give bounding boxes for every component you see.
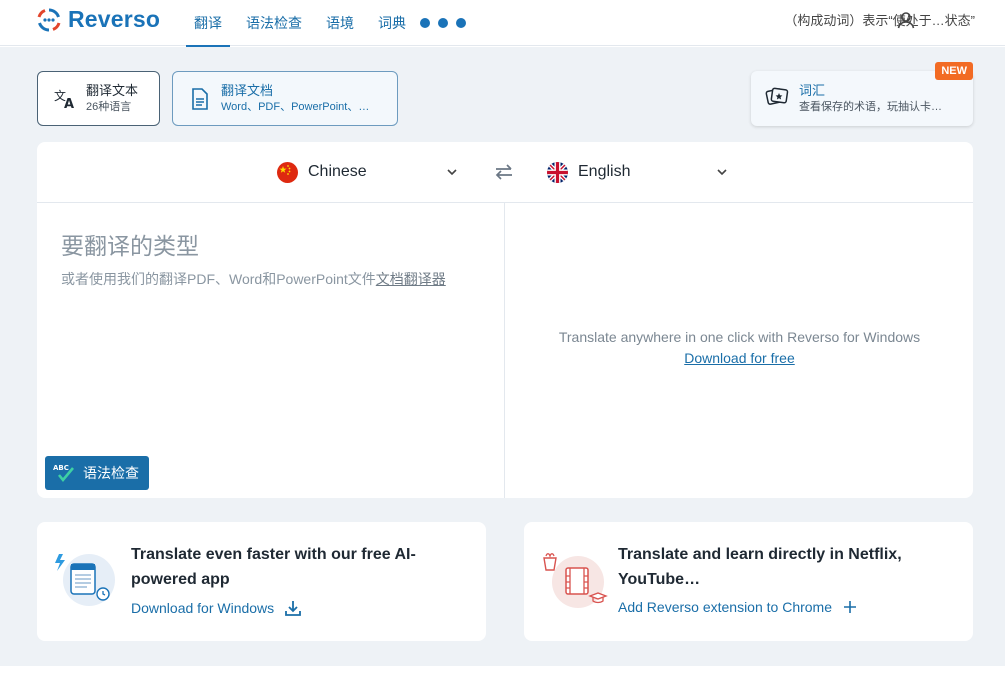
uk-flag-icon (547, 161, 568, 183)
translate-document-title: 翻译文档 (221, 82, 274, 98)
header-definition-text: （构成动词）表示“使处于…状态” (784, 13, 975, 28)
translate-document-subtitle: Word、PDF、PowerPoint、… (221, 100, 370, 113)
app-promo-card: Translate even faster with our free AI-p… (37, 522, 486, 641)
download-for-free-link[interactable]: Download for free (684, 350, 795, 366)
document-translator-link[interactable]: 文档翻译器 (376, 271, 446, 287)
top-header: Reverso 翻译 语法检查 语境 词典 （构成动词）表示“使处于…状态” (0, 0, 1005, 47)
extension-promo-card: Translate and learn directly in Netflix,… (524, 522, 973, 641)
download-for-windows-label: Download for Windows (131, 600, 275, 616)
vocabulary-title: 词汇 (799, 82, 826, 98)
target-language-name: English (578, 163, 631, 180)
chevron-down-icon (717, 169, 727, 176)
windows-promo-text: Translate anywhere in one click with Rev… (558, 329, 921, 345)
swap-languages-icon[interactable] (493, 162, 515, 182)
nav-translate[interactable]: 翻译 (186, 0, 230, 47)
abc-check-icon: ABC (53, 464, 74, 483)
reverso-logo-icon (37, 8, 61, 31)
document-icon (187, 87, 213, 110)
translate-text-title: 翻译文本 (86, 82, 139, 98)
logo-text: Reverso (68, 6, 161, 32)
nav-grammar-check[interactable]: 语法检查 (238, 0, 310, 46)
main-nav: 翻译 语法检查 语境 词典 (186, 0, 466, 47)
target-language-select[interactable]: English (547, 159, 729, 185)
hint-text: 或者使用我们的翻译PDF、Word和PowerPoint文件 (61, 271, 376, 287)
source-placeholder: 要翻译的类型 (61, 233, 199, 259)
windows-app-illustration-icon (55, 554, 115, 606)
nav-dictionary[interactable]: 词典 (370, 0, 414, 46)
add-chrome-extension-label: Add Reverso extension to Chrome (618, 599, 832, 615)
translate-text-icon: 文 A (52, 88, 78, 110)
download-for-free-row: Download for free (506, 350, 973, 366)
source-text-area[interactable]: 要翻译的类型 或者使用我们的翻译PDF、Word和PowerPoint文件文档翻… (37, 203, 505, 498)
nav-context[interactable]: 语境 (318, 0, 362, 46)
app-promo-title: Translate even faster with our free AI-p… (131, 546, 416, 588)
grammar-check-label: 语法检查 (83, 465, 139, 481)
extension-promo-title: Translate and learn directly in Netflix,… (618, 546, 902, 588)
translate-document-tab[interactable]: 翻译文档 Word、PDF、PowerPoint、… (172, 71, 398, 126)
grammar-check-button[interactable]: ABC 语法检查 (45, 456, 149, 490)
more-menu-dots-icon[interactable] (420, 0, 466, 46)
language-bar: Chinese English (37, 142, 973, 203)
user-account-icon[interactable] (895, 9, 917, 31)
svg-text:ABC: ABC (53, 464, 69, 472)
translate-text-subtitle: 26种语言 (86, 100, 132, 113)
new-badge: NEW (935, 62, 973, 80)
netflix-youtube-illustration-icon (543, 553, 608, 608)
document-hint: 或者使用我们的翻译PDF、Word和PowerPoint文件文档翻译器 (61, 269, 446, 289)
source-language-select[interactable]: Chinese (277, 159, 459, 185)
target-text-area: Translate anywhere in one click with Rev… (506, 203, 973, 498)
flashcard-icon (765, 85, 791, 112)
chevron-down-icon (447, 169, 457, 176)
vocabulary-subtitle: 查看保存的术语，玩抽认卡… (799, 100, 942, 113)
svg-text:A: A (64, 97, 74, 110)
reverso-logo[interactable]: Reverso (36, 6, 160, 33)
plus-icon (844, 601, 856, 613)
source-language-name: Chinese (308, 163, 367, 180)
download-icon (285, 601, 302, 616)
add-chrome-extension-link[interactable]: Add Reverso extension to Chrome (618, 599, 858, 615)
main-area: 文 A 翻译文本 26种语言 翻译文档 Word、PDF、PowerPoint、… (0, 47, 1005, 666)
download-for-windows-link[interactable]: Download for Windows (131, 599, 302, 617)
vocabulary-card[interactable]: 词汇 查看保存的术语，玩抽认卡… NEW (751, 62, 973, 126)
translate-text-tab[interactable]: 文 A 翻译文本 26种语言 (37, 71, 160, 126)
translator-panel: Chinese English 要翻译的类型 或者使用我们的翻译PDF、Word… (37, 142, 973, 498)
china-flag-icon (277, 161, 298, 183)
